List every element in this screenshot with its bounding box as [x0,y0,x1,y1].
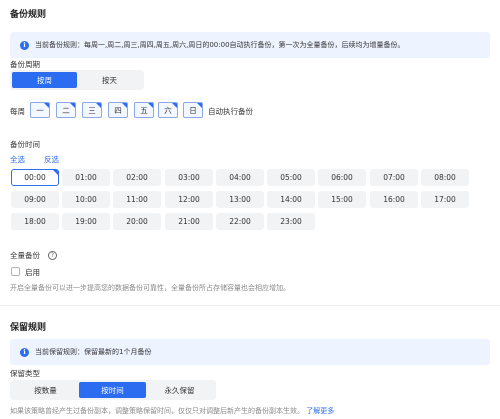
section-divider [0,305,500,306]
retention-type-label: 保留类型 [10,369,40,378]
info-icon: i [20,347,29,357]
backup-rule-notice: i 当前备份规则：每周一,周二,周三,周四,周五,周六,周日的00:00自动执行… [10,32,490,58]
check-corner-icon [43,103,49,109]
retention-rules-title: 保留规则 [10,323,47,333]
hour-22[interactable]: 22:00 [216,213,264,230]
hour-12[interactable]: 12:00 [165,191,213,208]
cycle-option-daily[interactable]: 按天 [77,72,142,88]
check-corner-icon [121,103,127,109]
backup-rule-notice-text: 当前备份规则：每周一,周二,周三,周四,周五,周六,周日的00:00自动执行备份… [35,41,405,49]
weekday-sun[interactable]: 日 [183,102,203,118]
hour-11[interactable]: 11:00 [113,191,161,208]
backup-cycle-selector: 按周 按天 [10,70,144,90]
hour-00[interactable]: 00:00 [11,169,59,186]
full-backup-checkbox[interactable] [11,267,20,276]
hour-18[interactable]: 18:00 [11,213,59,230]
weekday-suffix: 自动执行备份 [208,107,253,116]
backup-time-label: 备份时间 [10,140,40,149]
select-all-link[interactable]: 全选 [10,154,25,165]
hour-03[interactable]: 03:00 [165,169,213,186]
hour-16[interactable]: 16:00 [370,191,418,208]
check-corner-icon [52,170,58,176]
hour-09[interactable]: 09:00 [11,191,59,208]
hour-23[interactable]: 23:00 [267,213,315,230]
weekday-tue[interactable]: 二 [56,102,76,118]
full-backup-label: 全量备份 [10,251,40,260]
check-corner-icon [69,103,75,109]
retention-rule-notice-text: 当前保留规则：保留最新的1个月备份 [35,348,152,356]
retention-footnote: 如果该策略曾经产生过备份副本，调整策略保留时间，仅仅只对调整后新产生的备份副本生… [10,406,334,416]
hour-07[interactable]: 07:00 [370,169,418,186]
question-circle-icon[interactable]: ? [48,251,57,260]
hour-label: 00:00 [24,173,46,182]
learn-more-link[interactable]: 了解更多 [306,407,334,415]
full-backup-enable-label: 启用 [25,268,40,277]
backup-rules-title: 备份规则 [10,10,47,20]
hour-13[interactable]: 13:00 [216,191,264,208]
full-backup-description: 开启全量备份可以进一步提高您的数据备份可靠性，全量备份所占存储容量也会相应增加。 [10,284,290,292]
hour-08[interactable]: 08:00 [421,169,469,186]
hour-02[interactable]: 02:00 [113,169,161,186]
retention-footnote-text: 如果该策略曾经产生过备份副本，调整策略保留时间，仅仅只对调整后新产生的备份副本生… [10,407,304,415]
cycle-option-weekly[interactable]: 按周 [12,72,77,88]
weekday-fri[interactable]: 五 [134,102,154,118]
hour-05[interactable]: 05:00 [267,169,315,186]
invert-selection-link[interactable]: 反选 [44,154,59,165]
weekday-wed[interactable]: 三 [82,102,102,118]
hour-17[interactable]: 17:00 [421,191,469,208]
hour-06[interactable]: 06:00 [318,169,366,186]
hour-10[interactable]: 10:00 [62,191,110,208]
weekday-thu[interactable]: 四 [108,102,128,118]
hour-14[interactable]: 14:00 [267,191,315,208]
hour-19[interactable]: 19:00 [62,213,110,230]
retention-rule-notice: i 当前保留规则：保留最新的1个月备份 [10,339,490,365]
check-corner-icon [196,103,202,109]
weekday-prefix: 每周 [10,107,25,116]
info-icon: i [20,40,29,50]
check-corner-icon [171,103,177,109]
check-corner-icon [95,103,101,109]
hour-15[interactable]: 15:00 [318,191,366,208]
weekday-mon[interactable]: 一 [30,102,50,118]
hour-01[interactable]: 01:00 [62,169,110,186]
retention-type-selector: 按数量 按时间 永久保留 [10,380,216,400]
hour-21[interactable]: 21:00 [165,213,213,230]
backup-cycle-label: 备份周期 [10,60,40,69]
check-corner-icon [147,103,153,109]
retention-option-permanent[interactable]: 永久保留 [146,382,213,398]
retention-option-count[interactable]: 按数量 [12,382,79,398]
weekday-sat[interactable]: 六 [158,102,178,118]
hour-04[interactable]: 04:00 [216,169,264,186]
retention-option-time[interactable]: 按时间 [79,382,146,398]
hour-20[interactable]: 20:00 [113,213,161,230]
